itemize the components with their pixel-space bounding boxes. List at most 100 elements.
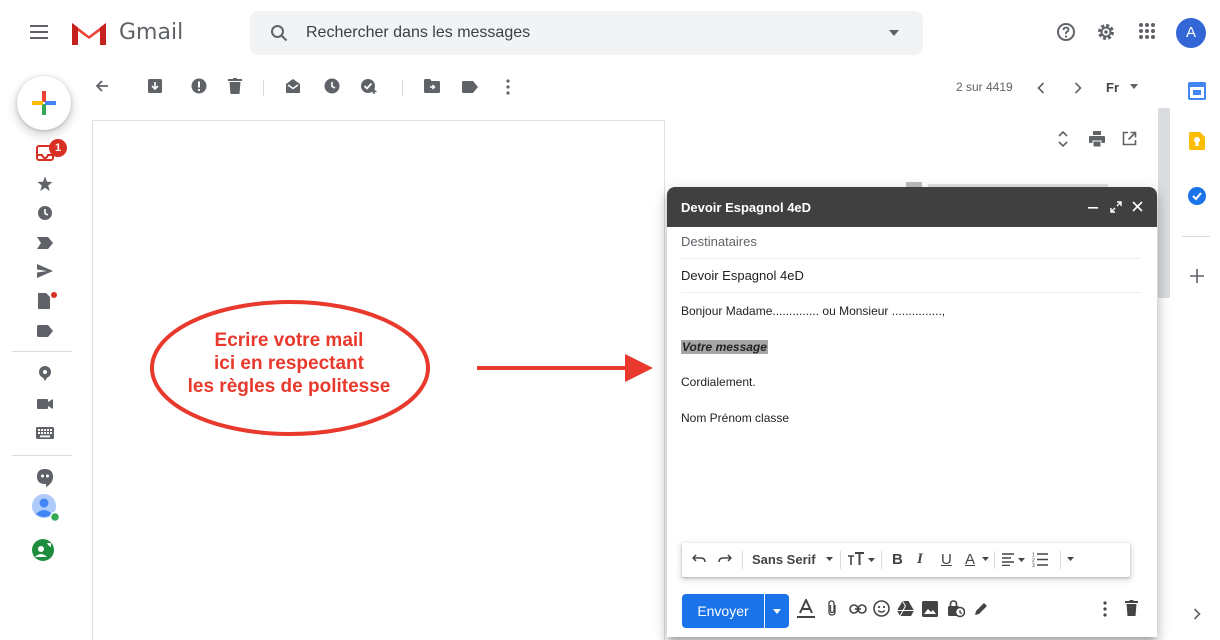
expand-all-icon[interactable] [1058,131,1068,147]
print-icon[interactable] [1089,131,1105,147]
lang-caret-icon[interactable] [1130,84,1138,89]
show-panel-chevron-icon[interactable] [1193,608,1201,620]
annotation-text: Ecrire votre mail ici en respectant les … [148,329,430,398]
compose-button[interactable] [17,76,71,130]
more-options-icon[interactable] [1103,601,1107,617]
annotation-line: ici en respectant [214,353,364,374]
input-language-selector[interactable]: Fr [1106,80,1119,95]
compose-title: Devoir Espagnol 4eD [681,200,812,215]
redo-icon[interactable] [718,554,732,564]
bold-button[interactable]: B [892,551,903,568]
toolbar-divider [742,551,743,569]
hangouts-icon[interactable] [36,468,54,488]
send-button[interactable]: Envoyer [682,594,764,628]
compose-titlebar[interactable]: Devoir Espagnol 4eD [667,187,1157,227]
toolbar-divider [994,551,995,569]
rail-divider [12,455,72,456]
spam-icon[interactable] [191,78,207,94]
snooze-clock-icon[interactable] [324,78,340,94]
search-options-icon[interactable] [889,30,899,36]
minimize-icon[interactable] [1088,205,1098,209]
numbered-list-icon[interactable]: 123 [1032,552,1048,567]
attach-icon[interactable] [827,600,837,616]
italic-button[interactable]: I [917,551,923,568]
font-size-icon[interactable] [847,552,875,566]
more-vertical-icon[interactable] [506,79,510,95]
drafts-icon[interactable] [37,292,59,310]
font-family-select[interactable]: Sans Serif [752,552,816,567]
body-message-line[interactable]: Votre message [681,340,768,354]
trash-icon[interactable] [228,78,242,94]
user-avatar[interactable] [31,493,61,523]
keep-icon[interactable] [1189,132,1205,150]
toolbar-divider [881,551,882,569]
tasks-icon[interactable] [1188,187,1206,205]
insert-link-icon[interactable] [849,604,867,614]
recipients-field[interactable]: Destinataires [681,225,1141,259]
body-closing[interactable]: Cordialement. [681,375,756,389]
compose-window: Devoir Espagnol 4eD Destinataires Devoir… [667,187,1157,637]
discard-draft-icon[interactable] [1125,600,1138,616]
close-icon[interactable] [1132,201,1143,212]
add-addon-icon[interactable] [1190,269,1204,283]
annotation-line: Ecrire votre mail [214,330,364,351]
archive-icon[interactable] [147,78,163,94]
next-chevron-icon[interactable] [1074,82,1082,94]
drive-icon[interactable] [897,601,914,616]
body-signature[interactable]: Nom Prénom classe [681,411,789,425]
back-arrow-icon[interactable] [95,79,109,93]
text-color-button[interactable]: A [965,551,975,568]
toolbar-divider [402,80,403,96]
hamburger-icon[interactable] [30,22,52,42]
calendar-icon[interactable] [1188,82,1206,100]
formatting-options-icon[interactable] [797,599,815,619]
prev-chevron-icon[interactable] [1037,82,1045,94]
label-as-icon[interactable] [462,81,478,93]
mark-unread-icon[interactable] [285,78,301,94]
move-to-folder-icon[interactable] [424,79,440,93]
toolbar-divider [263,80,264,96]
toolbar-divider [840,551,841,569]
important-icon[interactable] [37,237,53,249]
scrollbar-thumb[interactable] [1158,108,1170,298]
add-task-icon[interactable] [360,77,378,95]
search-input[interactable] [306,11,866,55]
gmail-logo-icon[interactable] [70,19,108,47]
confidential-mode-icon[interactable] [947,600,965,618]
clock-icon[interactable] [37,205,53,221]
star-icon[interactable] [37,176,53,192]
text-color-caret-icon[interactable] [982,557,989,561]
search-bar[interactable] [250,11,923,55]
body-greeting[interactable]: Bonjour Madame.............. ou Monsieur… [681,304,945,318]
signature-pen-icon[interactable] [973,601,989,617]
open-new-window-icon[interactable] [1122,131,1137,146]
annotation-arrow [477,354,653,382]
inbox-unread-badge: 1 [49,139,67,157]
account-avatar[interactable]: A [1176,18,1206,48]
insert-photo-icon[interactable] [922,601,938,617]
chat-location-icon[interactable] [37,365,53,381]
gear-icon[interactable] [1096,22,1116,42]
add-chat-icon[interactable] [30,537,56,563]
font-caret-icon[interactable] [826,557,833,561]
video-camera-icon[interactable] [37,398,53,410]
label-icon[interactable] [37,325,53,337]
send-caret-icon [773,609,781,614]
emoji-icon[interactable] [873,600,890,617]
keyboard-icon[interactable] [36,427,54,439]
formatting-toolbar: Sans Serif B I U A 123 [682,543,1130,577]
search-icon[interactable] [270,24,288,42]
align-icon[interactable] [1002,553,1026,566]
schedule-send-button[interactable] [765,594,789,628]
panel-divider [1182,236,1210,237]
more-format-caret-icon[interactable] [1067,557,1074,561]
apps-icon[interactable] [1138,22,1156,40]
underline-button[interactable]: U [941,551,952,568]
help-icon[interactable] [1056,22,1076,42]
fullscreen-icon[interactable] [1110,201,1122,213]
undo-icon[interactable] [692,554,706,564]
body-message-highlight[interactable]: Votre message [681,340,768,354]
sent-icon[interactable] [37,264,53,278]
subject-field[interactable]: Devoir Espagnol 4eD [681,259,1141,293]
toolbar-divider [1060,551,1061,569]
